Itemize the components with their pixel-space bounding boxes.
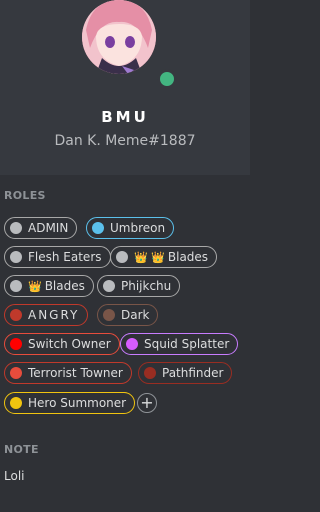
username: BMU — [101, 108, 149, 126]
role-pill-dark[interactable]: Dark — [97, 304, 159, 326]
user-profile-popout: BMU Dan K. Meme#1887 ROLES ADMIN Umbreon… — [0, 0, 250, 512]
role-label: ANGRY — [28, 308, 80, 322]
avatar-image — [82, 0, 156, 74]
role-pill-hero-summoner[interactable]: Hero Summoner — [4, 392, 136, 414]
role-pill-pathfinder[interactable]: Pathfinder — [138, 362, 233, 384]
role-pill-admin[interactable]: ADMIN — [4, 217, 78, 239]
role-label: Phijkchu — [121, 279, 172, 293]
profile-header: BMU Dan K. Meme#1887 — [0, 0, 250, 175]
role-color-dot — [144, 367, 156, 379]
role-label: Switch Owner — [28, 337, 111, 351]
add-role-button[interactable]: + — [137, 393, 157, 413]
role-pill-blades-double-crown[interactable]: 👑 👑 Blades — [110, 246, 218, 268]
role-color-dot — [126, 338, 138, 350]
role-label: Flesh Eaters — [28, 250, 102, 264]
roles-section-title: ROLES — [4, 189, 46, 202]
role-pill-terrorist-towner[interactable]: Terrorist Towner — [4, 362, 132, 384]
role-color-dot — [10, 222, 22, 234]
role-pill-flesh-eaters[interactable]: Flesh Eaters — [4, 246, 111, 268]
crown-icon: 👑 👑 — [134, 250, 165, 264]
role-color-dot — [103, 309, 115, 321]
role-label: Hero Summoner — [28, 396, 127, 410]
role-pill-phijkchu[interactable]: Phijkchu — [97, 275, 181, 297]
role-color-dot — [103, 280, 115, 292]
online-status-indicator — [157, 69, 177, 89]
role-label: Pathfinder — [162, 366, 224, 380]
role-label: Squid Splatter — [144, 337, 230, 351]
role-color-dot — [92, 222, 104, 234]
role-color-dot — [116, 251, 128, 263]
note-text[interactable]: Loli — [4, 469, 24, 483]
role-pill-switch-owner[interactable]: Switch Owner — [4, 333, 120, 355]
crown-icon: 👑 — [28, 279, 42, 293]
avatar[interactable] — [82, 0, 156, 74]
role-label: ADMIN — [28, 221, 69, 235]
note-section-title: NOTE — [4, 443, 39, 456]
role-pill-angry[interactable]: ANGRY — [4, 304, 89, 326]
role-color-dot — [10, 309, 22, 321]
role-pill-blades-crown[interactable]: 👑 Blades — [4, 275, 94, 297]
role-color-dot — [10, 367, 22, 379]
role-color-dot — [10, 280, 22, 292]
user-tag: Dan K. Meme#1887 — [54, 133, 196, 149]
role-color-dot — [10, 338, 22, 350]
role-color-dot — [10, 397, 22, 409]
role-label: Blades — [44, 279, 85, 293]
role-pill-squid-splatter[interactable]: Squid Splatter — [120, 333, 239, 355]
role-label: Umbreon — [110, 221, 166, 235]
role-color-dot — [10, 251, 22, 263]
role-label: Dark — [121, 308, 150, 322]
role-pill-umbreon[interactable]: Umbreon — [86, 217, 175, 239]
role-label: Terrorist Towner — [28, 366, 123, 380]
role-label: Blades — [167, 250, 209, 264]
